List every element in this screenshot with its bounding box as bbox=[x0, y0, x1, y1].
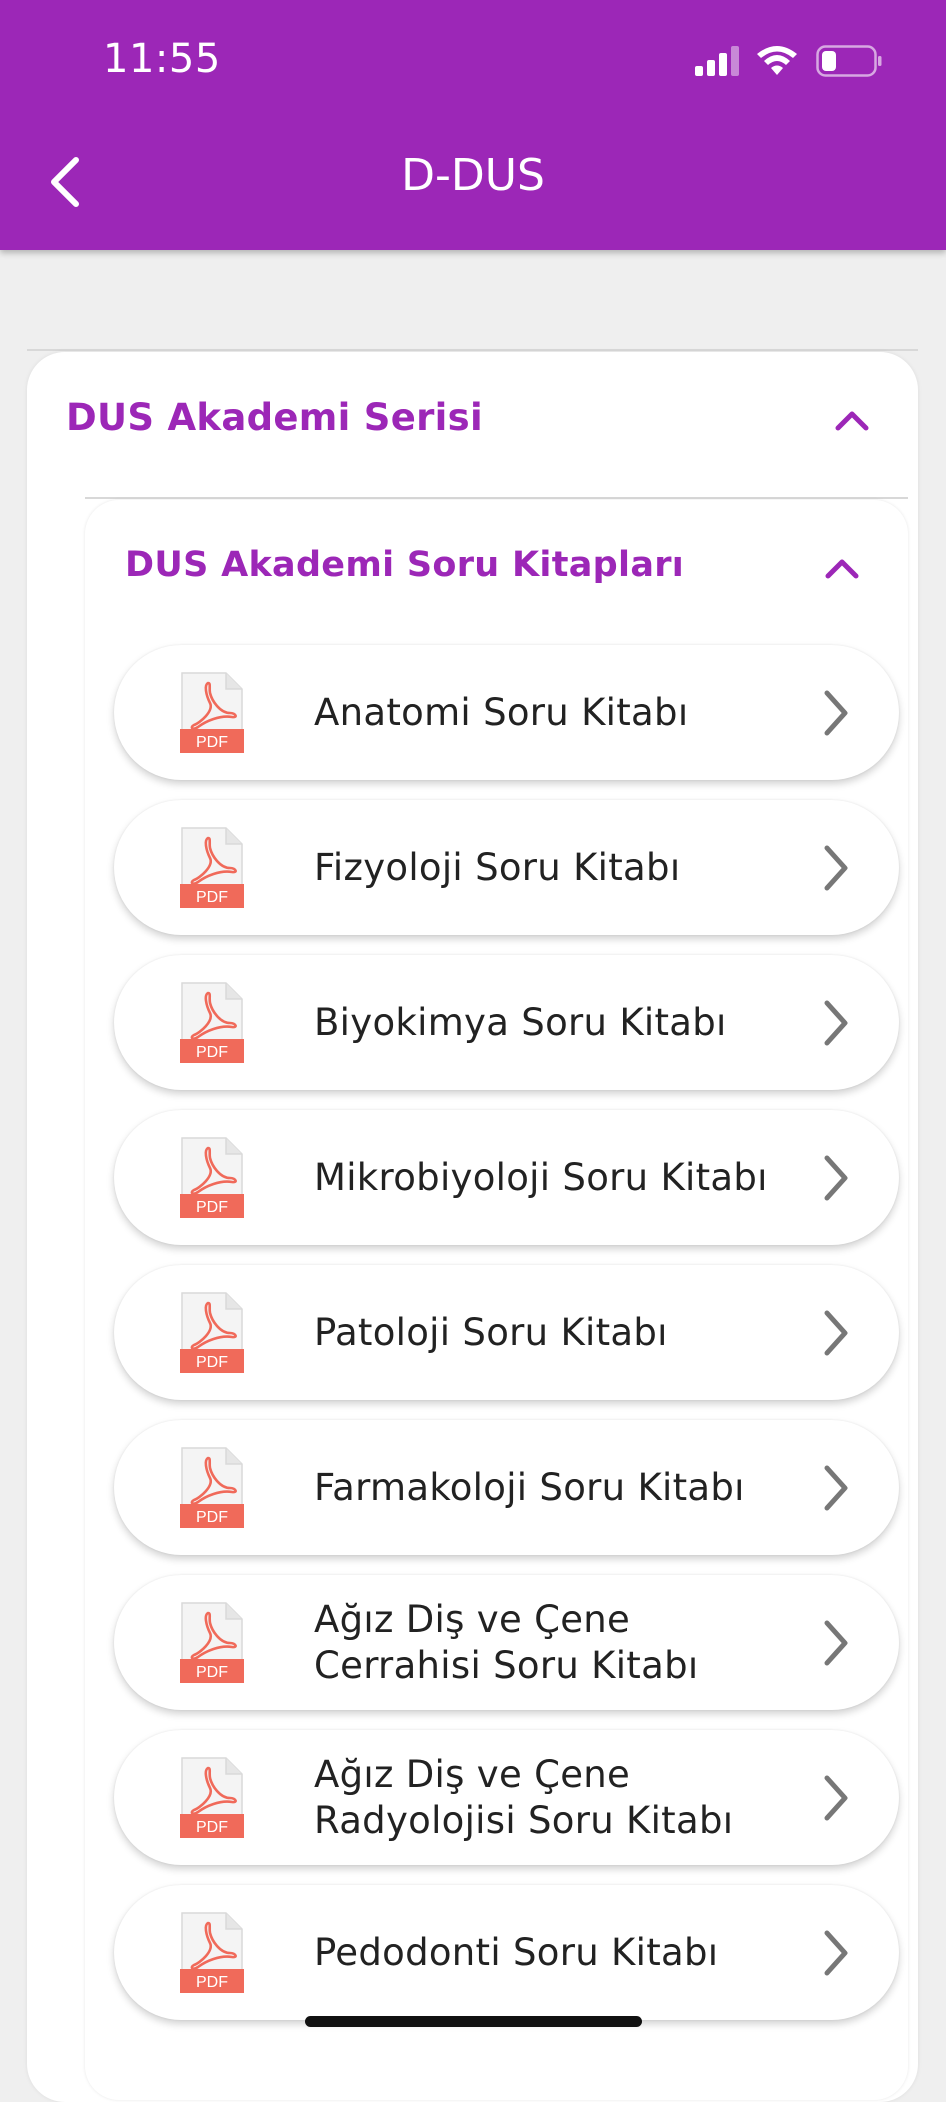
pdf-icon: PDF bbox=[180, 981, 244, 1063]
list-item-label: Ağız Diş ve Çene Radyolojisi Soru Kitabı bbox=[314, 1752, 734, 1842]
pdf-icon: PDF bbox=[180, 1446, 244, 1528]
chevron-right-icon bbox=[824, 845, 848, 891]
pdf-icon: PDF bbox=[180, 1136, 244, 1218]
list-item-label: Pedodonti Soru Kitabı bbox=[314, 1930, 719, 1974]
svg-text:PDF: PDF bbox=[196, 1664, 228, 1681]
svg-text:PDF: PDF bbox=[196, 1044, 228, 1061]
list-item[interactable]: PDF Ağız Diş ve Çene Cerrahisi Soru Kita… bbox=[114, 1575, 899, 1710]
pdf-icon: PDF bbox=[180, 826, 244, 908]
status-icons bbox=[694, 44, 882, 78]
svg-text:PDF: PDF bbox=[196, 734, 228, 751]
chevron-right-icon bbox=[824, 1775, 848, 1821]
svg-text:PDF: PDF bbox=[196, 889, 228, 906]
battery-icon bbox=[816, 44, 882, 78]
pdf-icon: PDF bbox=[180, 671, 244, 753]
list-item[interactable]: PDF Anatomi Soru Kitabı bbox=[114, 645, 899, 780]
pdf-icon: PDF bbox=[180, 1291, 244, 1373]
accordion-header-dus-akademi-serisi[interactable]: DUS Akademi Serisi bbox=[66, 396, 483, 439]
list-item[interactable]: PDF Biyokimya Soru Kitabı bbox=[114, 955, 899, 1090]
page-title: D-DUS bbox=[401, 150, 545, 201]
home-indicator[interactable] bbox=[305, 2016, 642, 2027]
status-time: 11:55 bbox=[103, 36, 221, 82]
list-item[interactable]: PDF Mikrobiyoloji Soru Kitabı bbox=[114, 1110, 899, 1245]
list-item-label: Mikrobiyoloji Soru Kitabı bbox=[314, 1155, 768, 1199]
list-item-label: Anatomi Soru Kitabı bbox=[314, 690, 689, 734]
signal-icon bbox=[694, 46, 740, 76]
divider bbox=[85, 497, 908, 499]
svg-text:PDF: PDF bbox=[196, 1354, 228, 1371]
list-item-label: Biyokimya Soru Kitabı bbox=[314, 1000, 727, 1044]
chevron-up-icon[interactable] bbox=[832, 407, 872, 433]
svg-text:PDF: PDF bbox=[196, 1509, 228, 1526]
chevron-right-icon bbox=[824, 1620, 848, 1666]
chevron-right-icon bbox=[824, 1465, 848, 1511]
svg-text:PDF: PDF bbox=[196, 1819, 228, 1836]
pdf-icon: PDF bbox=[180, 1911, 244, 1993]
list-item-label: Ağız Diş ve Çene Cerrahisi Soru Kitabı bbox=[314, 1597, 699, 1687]
list-item[interactable]: PDF Pedodonti Soru Kitabı bbox=[114, 1885, 899, 2020]
pdf-list: PDF Anatomi Soru Kitabı PDF Fizyoloji So… bbox=[114, 645, 899, 2040]
svg-text:PDF: PDF bbox=[196, 1974, 228, 1991]
list-item[interactable]: PDF Farmakoloji Soru Kitabı bbox=[114, 1420, 899, 1555]
list-item-label: Farmakoloji Soru Kitabı bbox=[314, 1465, 745, 1509]
list-item-label: Patoloji Soru Kitabı bbox=[314, 1310, 668, 1354]
wifi-icon bbox=[756, 45, 798, 77]
chevron-up-icon[interactable] bbox=[822, 555, 862, 581]
svg-text:PDF: PDF bbox=[196, 1199, 228, 1216]
list-item-label: Fizyoloji Soru Kitabı bbox=[314, 845, 681, 889]
pdf-icon: PDF bbox=[180, 1756, 244, 1838]
app-header: 11:55 D-DUS bbox=[0, 0, 946, 250]
pdf-icon: PDF bbox=[180, 1601, 244, 1683]
chevron-right-icon bbox=[824, 690, 848, 736]
chevron-right-icon bbox=[824, 1000, 848, 1046]
chevron-right-icon bbox=[824, 1155, 848, 1201]
list-item[interactable]: PDF Fizyoloji Soru Kitabı bbox=[114, 800, 899, 935]
accordion-header-soru-kitaplari[interactable]: DUS Akademi Soru Kitapları bbox=[125, 545, 684, 585]
list-item[interactable]: PDF Patoloji Soru Kitabı bbox=[114, 1265, 899, 1400]
chevron-right-icon bbox=[824, 1930, 848, 1976]
chevron-right-icon bbox=[824, 1310, 848, 1356]
list-item[interactable]: PDF Ağız Diş ve Çene Radyolojisi Soru Ki… bbox=[114, 1730, 899, 1865]
divider bbox=[27, 349, 918, 351]
